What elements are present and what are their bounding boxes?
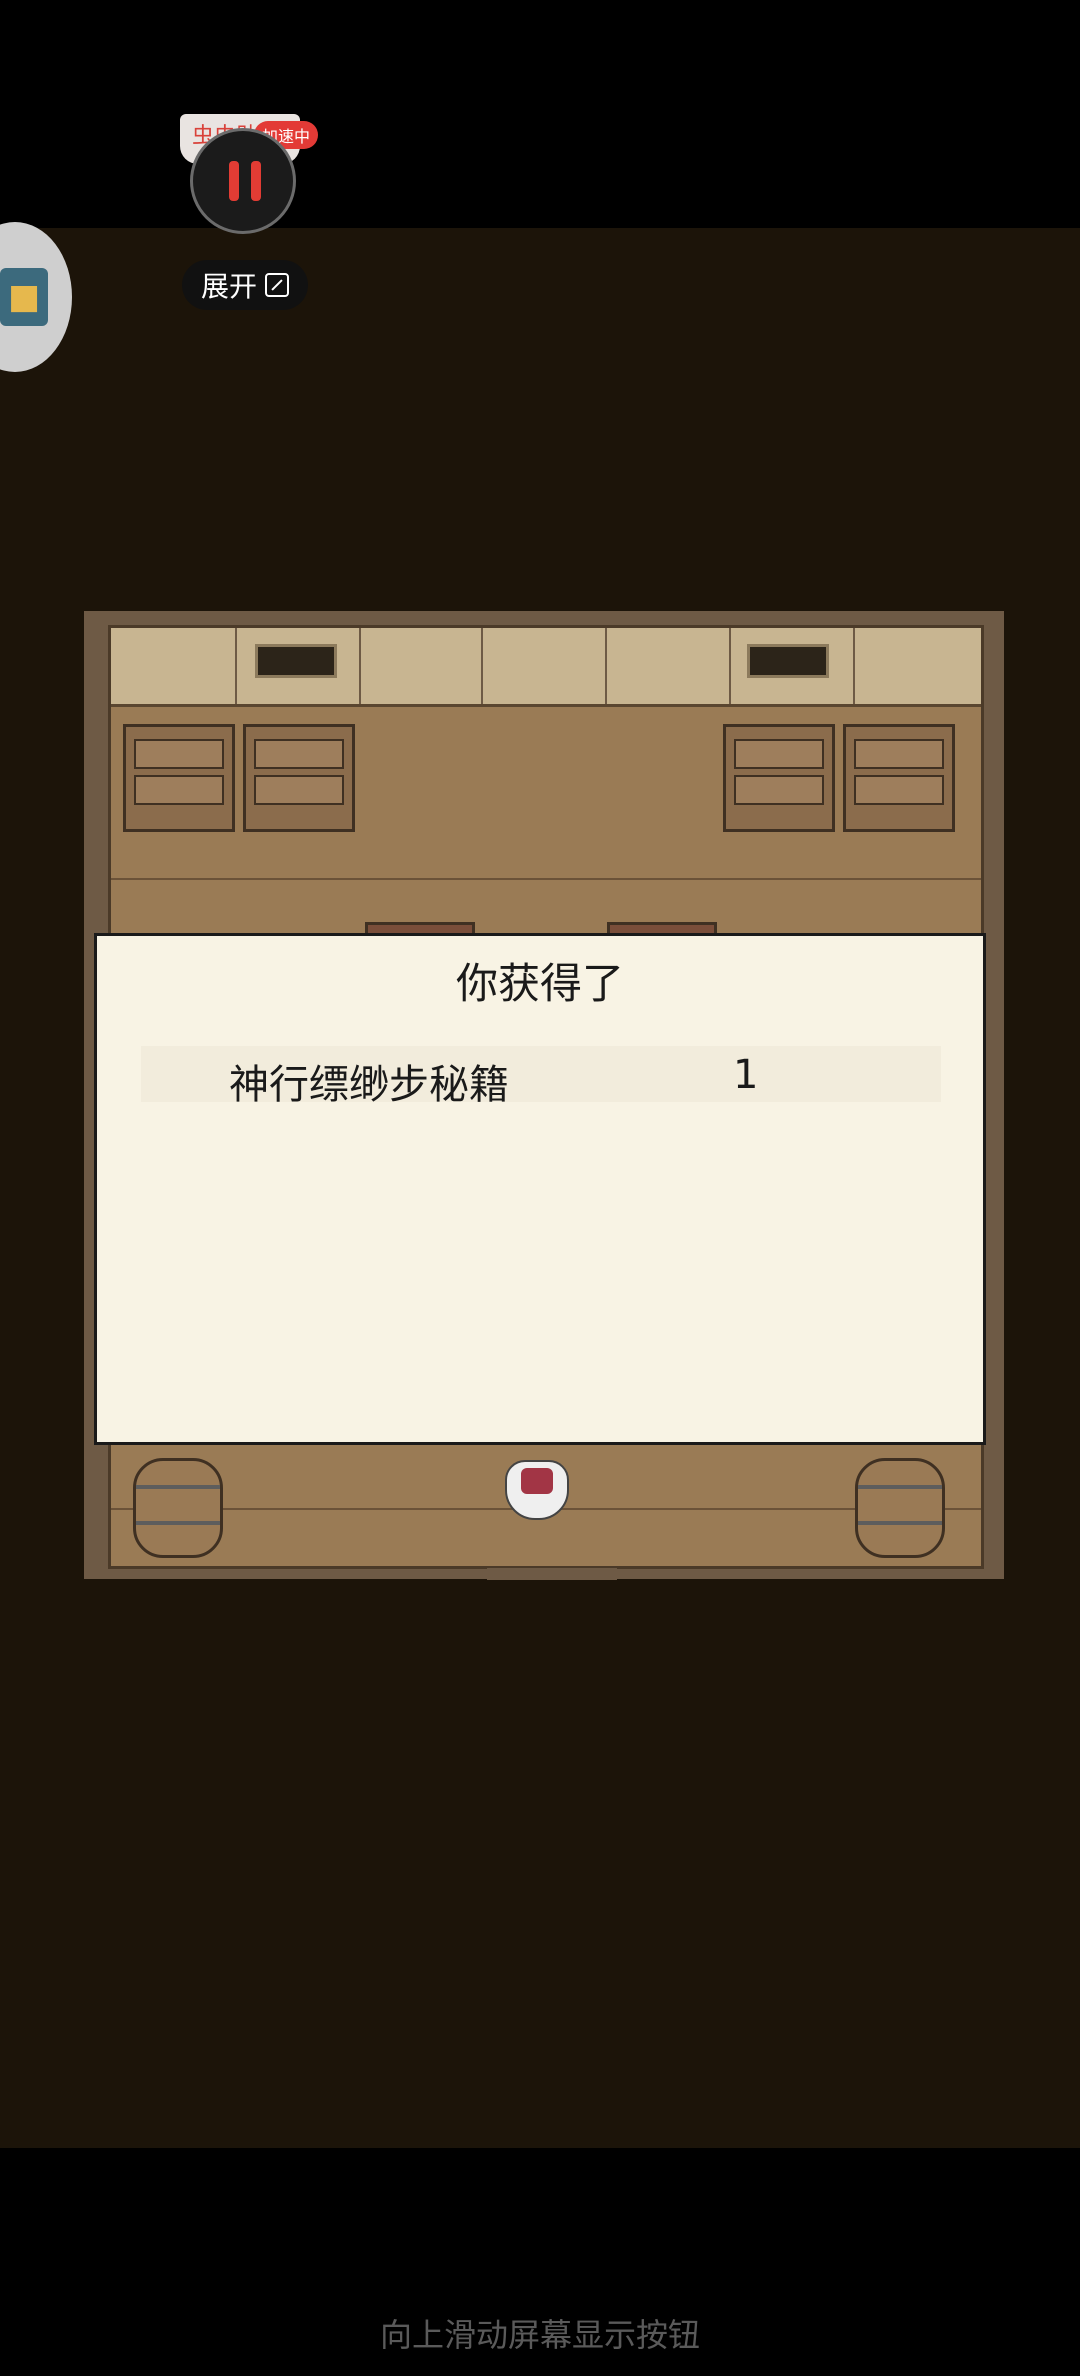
pause-icon xyxy=(229,161,239,201)
player-character xyxy=(505,1460,569,1520)
expand-label: 展开 xyxy=(200,270,257,303)
wall-divider xyxy=(605,628,607,704)
dresser[interactable] xyxy=(723,724,835,832)
wall-divider xyxy=(853,628,855,704)
barrel[interactable] xyxy=(133,1458,223,1558)
dresser[interactable] xyxy=(123,724,235,832)
app-logo-icon: ■ xyxy=(0,268,48,326)
reward-item-quantity: 1 xyxy=(733,1052,759,1098)
reward-dialog[interactable]: 你获得了 神行缥缈步秘籍 1 xyxy=(94,933,986,1445)
top-black-bar xyxy=(0,0,1080,228)
wall-divider xyxy=(359,628,361,704)
floor-plank xyxy=(111,878,981,880)
wall-divider xyxy=(481,628,483,704)
player-face xyxy=(521,1468,553,1494)
pause-button[interactable] xyxy=(190,128,296,234)
dresser[interactable] xyxy=(243,724,355,832)
wall-divider xyxy=(729,628,731,704)
reward-item-name: 神行缥缈步秘籍 xyxy=(229,1062,509,1108)
back-wall xyxy=(111,628,981,707)
barrel[interactable] xyxy=(855,1458,945,1558)
dialog-title: 你获得了 xyxy=(455,959,624,1008)
expand-button[interactable]: 展开 xyxy=(182,260,308,310)
gesture-hint: 向上滑动屏幕显示按钮 xyxy=(379,2316,700,2354)
expand-icon xyxy=(265,273,289,297)
room-doorway xyxy=(487,1568,617,1580)
wall-vent xyxy=(255,644,337,678)
wall-vent xyxy=(747,644,829,678)
wall-divider xyxy=(235,628,237,704)
pause-icon-bar xyxy=(251,161,261,201)
dresser[interactable] xyxy=(843,724,955,832)
